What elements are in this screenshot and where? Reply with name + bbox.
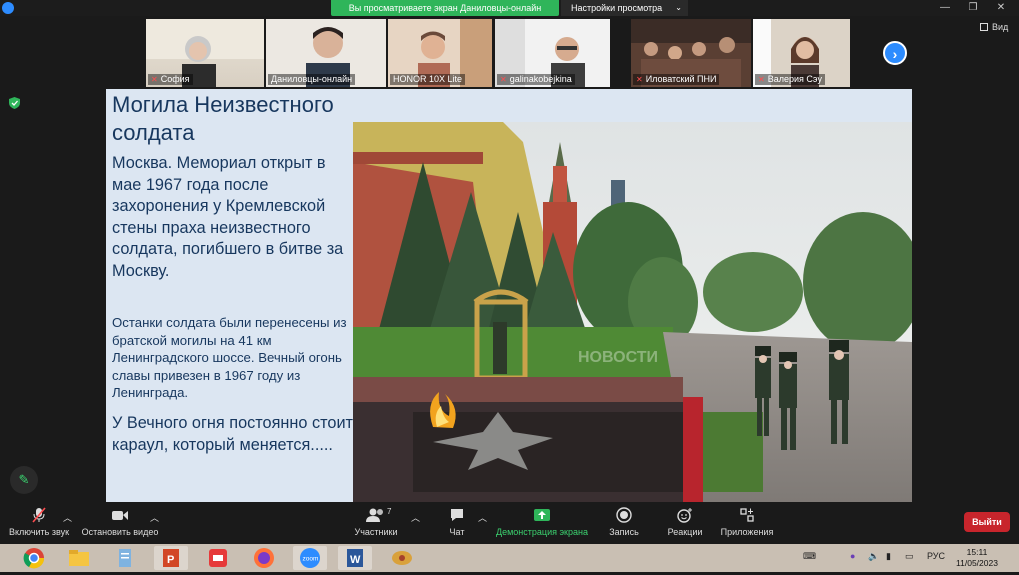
smiley-plus-icon	[677, 508, 692, 523]
volume-icon[interactable]: 🔈	[868, 551, 879, 562]
participants-label: Участники	[354, 527, 398, 537]
game-app-icon[interactable]	[385, 546, 419, 570]
muted-mic-icon: ✕	[151, 75, 158, 84]
chat-label: Чат	[449, 527, 465, 537]
video-options-caret-icon[interactable]: ︿	[150, 511, 159, 524]
windows-taskbar: P zoom W ⌨ ● 🔈 ▮ ▭ РУС 15:11 11/05/2023	[0, 544, 1019, 572]
chat-button[interactable]: Чат	[440, 507, 474, 537]
participant-name: galinakobejkina	[509, 74, 572, 84]
participants-icon	[366, 508, 383, 522]
network-icon[interactable]: ▮	[886, 551, 891, 562]
leave-meeting-button[interactable]: Выйти	[964, 512, 1010, 532]
muted-mic-icon: ✕	[758, 75, 765, 84]
participant-name: София	[160, 74, 190, 84]
participant-tile[interactable]: HONOR 10X Lite	[388, 19, 492, 87]
share-screen-icon	[534, 509, 550, 521]
keyboard-icon[interactable]: ⌨	[803, 551, 816, 562]
powerpoint-icon[interactable]: P	[154, 546, 188, 570]
photo-watermark: НОВОСТИ	[578, 349, 658, 366]
word-icon[interactable]: W	[338, 546, 372, 570]
video-camera-icon	[112, 511, 128, 520]
firefox-icon[interactable]	[247, 546, 281, 570]
security-shield-icon[interactable]	[9, 97, 20, 109]
svg-text:P: P	[167, 554, 174, 566]
meeting-controls-bar: Включить звук ︿ Остановить видео ︿ Участ…	[0, 502, 1019, 544]
participant-tile[interactable]: ✕ Иловатский ПНИ	[631, 19, 751, 87]
apps-icon	[740, 508, 754, 522]
input-language[interactable]: РУС	[927, 551, 945, 561]
view-settings-dropdown[interactable]: Настройки просмотра ⌄	[561, 0, 688, 16]
clock-time: 15:11	[966, 547, 988, 557]
slide-paragraph-2: Останки солдата были перенесены из братс…	[112, 315, 347, 400]
apps-label: Приложения	[720, 527, 774, 537]
muted-microphone-icon	[32, 507, 46, 523]
app-red-icon[interactable]	[201, 546, 235, 570]
participant-tile[interactable]: ✕ Валерия Сэу	[753, 19, 850, 87]
view-button[interactable]: Вид	[980, 22, 1008, 32]
record-button[interactable]: Запись	[604, 507, 644, 537]
unmute-label: Включить звук	[8, 527, 70, 537]
chat-bubble-icon	[451, 509, 463, 521]
record-icon	[616, 507, 632, 523]
annotate-pencil-icon[interactable]: ✎	[10, 466, 38, 494]
file-explorer-icon[interactable]	[62, 546, 96, 570]
window-titlebar: Вы просматриваете экран Даниловцы-онлайн…	[0, 0, 1019, 16]
participant-name: HONOR 10X Lite	[393, 74, 463, 84]
participant-name: Иловатский ПНИ	[645, 74, 717, 84]
record-label: Запись	[609, 527, 639, 537]
battery-icon[interactable]: ▭	[905, 551, 914, 562]
slide-title: Могила Неизвестного солдата	[112, 92, 334, 145]
zoom-taskbar-icon[interactable]: zoom	[293, 546, 327, 570]
reactions-button[interactable]: Реакции	[662, 507, 708, 537]
chevron-down-icon: ⌄	[675, 3, 682, 12]
restore-button[interactable]: ❐	[959, 0, 987, 16]
view-label: Вид	[992, 22, 1009, 32]
next-participants-arrow-icon[interactable]: ›	[883, 41, 907, 65]
participant-name: Даниловцы-онлайн	[271, 74, 353, 84]
chat-options-caret-icon[interactable]: ︿	[478, 511, 487, 524]
participant-tile-active-speaker[interactable]: Даниловцы-онлайн	[266, 19, 386, 87]
participant-tile[interactable]: ✕ galinakobejkina	[495, 19, 610, 87]
participants-count: 7	[387, 507, 392, 516]
view-settings-label: Настройки просмотра	[571, 3, 663, 13]
chrome-icon[interactable]	[17, 546, 51, 570]
stop-video-button[interactable]: Остановить видео	[80, 507, 160, 537]
system-clock[interactable]: 15:11 11/05/2023	[952, 547, 1002, 569]
muted-mic-icon: ✕	[636, 75, 643, 84]
zoom-app-icon	[2, 2, 14, 14]
minimize-button[interactable]: —	[931, 0, 959, 16]
notepad-icon[interactable]	[108, 546, 142, 570]
svg-text:zoom: zoom	[303, 556, 319, 563]
grid-view-icon	[980, 23, 988, 31]
participants-button[interactable]: Участники	[350, 507, 402, 537]
slide-paragraph-3: У Вечного огня постоянно стоит караул, к…	[112, 414, 353, 454]
svg-text:W: W	[350, 554, 361, 566]
apps-button[interactable]: Приложения	[717, 507, 777, 537]
stop-video-label: Остановить видео	[81, 527, 159, 537]
slide-paragraph-1: Москва. Мемориал открыт в мае 1967 года …	[112, 154, 344, 280]
reactions-label: Реакции	[667, 527, 703, 537]
close-button[interactable]: ✕	[987, 0, 1015, 16]
participant-tile[interactable]: ✕ София	[146, 19, 264, 87]
shared-screen-slide: Могила Неизвестного солдата Москва. Мемо…	[106, 89, 912, 502]
share-screen-button[interactable]: Демонстрация экрана	[494, 507, 590, 537]
audio-options-caret-icon[interactable]: ︿	[63, 511, 72, 524]
participants-options-caret-icon[interactable]: ︿	[411, 511, 420, 524]
muted-mic-icon: ✕	[500, 75, 507, 84]
memorial-photo: НОВОСТИ	[353, 122, 912, 502]
participant-name: Валерия Сэу	[767, 74, 822, 84]
tray-app-icon[interactable]: ●	[850, 551, 855, 561]
share-screen-label: Демонстрация экрана	[496, 527, 588, 537]
clock-date: 11/05/2023	[956, 558, 998, 568]
screen-share-banner: Вы просматриваете экран Даниловцы-онлайн	[331, 0, 559, 16]
